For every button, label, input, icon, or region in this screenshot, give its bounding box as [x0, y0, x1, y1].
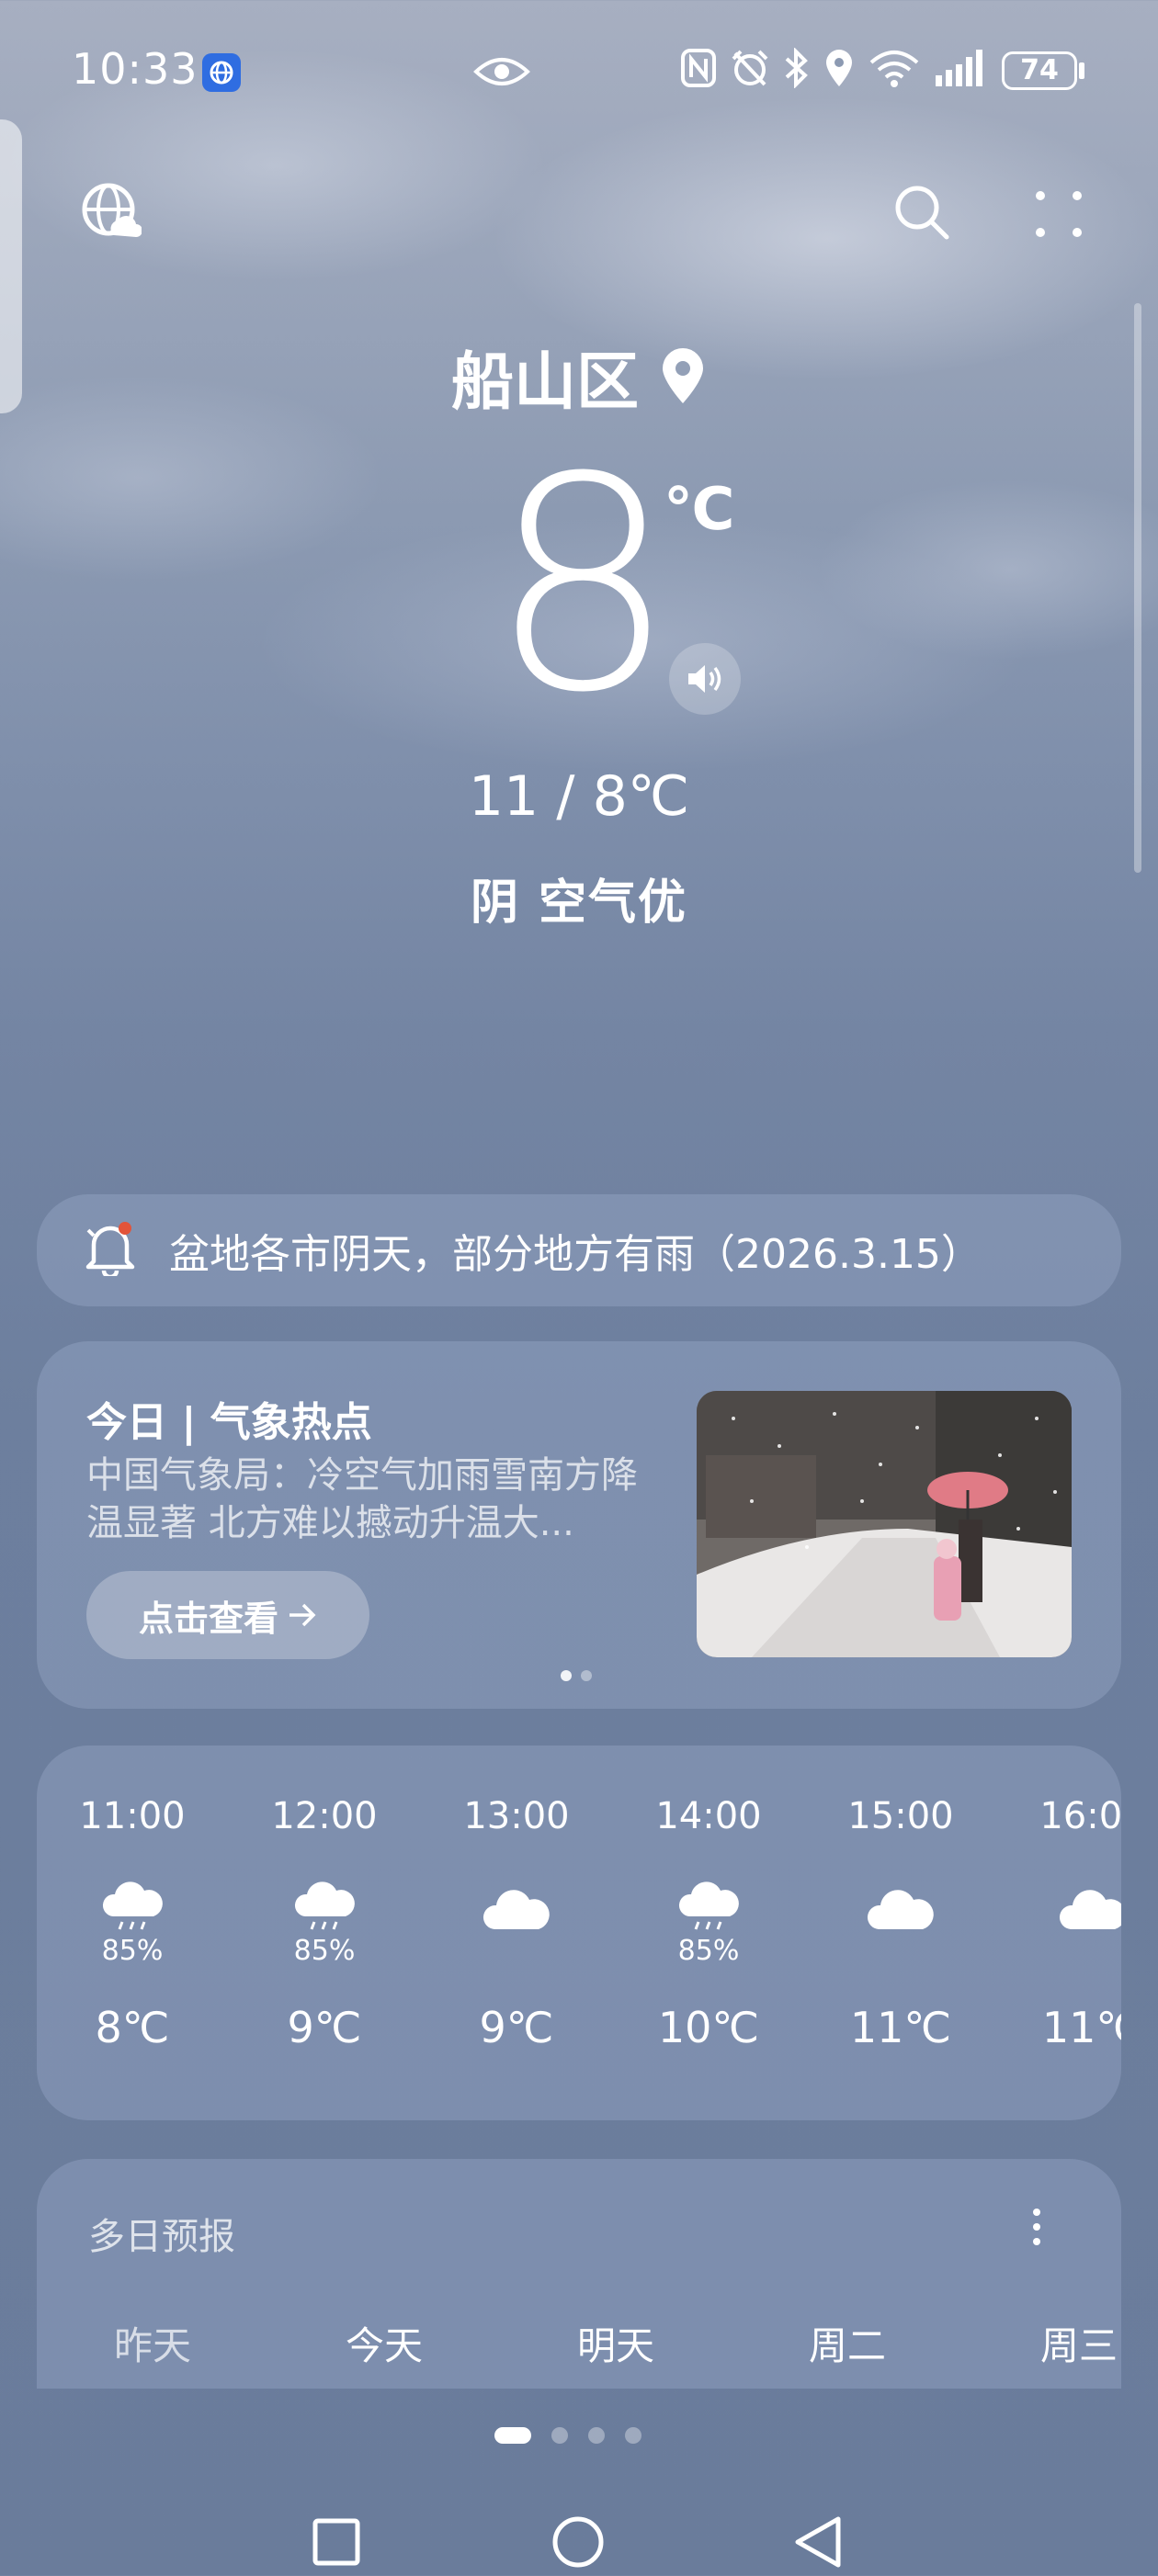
home-button[interactable]	[552, 2516, 604, 2568]
location-name: 船山区	[450, 346, 639, 419]
hour-temperature: 9℃	[287, 2003, 362, 2052]
hour-temperature: 11℃	[849, 2003, 952, 2052]
news-description: 中国气象局：冷空气加雨雪南方降温显著 北方难以撼动升温大...	[86, 1454, 638, 1544]
battery-indicator: 74	[1002, 51, 1077, 90]
forecast-day-wednesday[interactable]: 周三	[987, 2315, 1158, 2371]
hourly-forecast-card[interactable]: 11:00 85% 8℃ 12:00 85% 9℃ 13:00 9℃ 14:00…	[37, 1746, 1121, 2120]
temperature-range: 11 / 8℃	[468, 764, 690, 829]
location-pin-icon	[663, 347, 703, 403]
city-manage-icon[interactable]	[81, 182, 142, 246]
rain-cloud-icon	[50, 1858, 215, 1931]
bluetooth-icon	[785, 48, 808, 88]
page-dot	[551, 2427, 568, 2444]
weather-alert-banner[interactable]: 盆地各市阴天，部分地方有雨（2026.3.15）	[37, 1194, 1121, 1306]
arrow-right-icon	[290, 1603, 316, 1627]
weather-condition: 阴 空气优	[470, 876, 688, 931]
search-icon[interactable]	[893, 184, 950, 244]
news-title: 今日 | 气象热点	[86, 1399, 372, 1446]
precip-probability	[818, 1933, 983, 1970]
precip-probability: 85%	[677, 1935, 740, 1967]
hour-time: 13:00	[463, 1795, 570, 1837]
page-dot-active	[494, 2427, 531, 2444]
hour-item[interactable]: 11:00 85% 8℃	[50, 1795, 215, 2052]
forecast-day-tomorrow[interactable]: 明天	[524, 2315, 708, 2371]
precip-probability	[1010, 1933, 1121, 1970]
forecast-more-icon[interactable]	[1029, 2207, 1044, 2251]
precip-probability: 85%	[101, 1935, 164, 1967]
system-navigation-bar	[0, 2508, 1158, 2576]
location-status-icon	[826, 50, 852, 86]
speaker-button[interactable]	[669, 643, 741, 715]
hour-time: 14:00	[655, 1795, 762, 1837]
carousel-dot	[561, 1670, 572, 1681]
view-details-button[interactable]: 点击查看	[86, 1571, 369, 1659]
speaker-icon	[688, 665, 721, 693]
view-details-label: 点击查看	[138, 1598, 278, 1639]
page-dot	[625, 2427, 641, 2444]
rain-cloud-icon	[626, 1858, 791, 1931]
hour-item[interactable]: 13:00 9℃	[434, 1795, 599, 2052]
rain-cloud-icon	[242, 1858, 407, 1931]
forecast-day-tuesday[interactable]: 周二	[755, 2315, 939, 2371]
news-image[interactable]	[697, 1391, 1072, 1657]
forecast-title: 多日预报	[88, 2216, 235, 2258]
forecast-day-today[interactable]: 今天	[292, 2315, 476, 2371]
back-button[interactable]	[795, 2516, 841, 2568]
alarm-off-icon	[732, 50, 768, 86]
status-time: 10:33	[72, 44, 199, 94]
news-carousel-dots	[561, 1670, 592, 1681]
hour-time: 11:00	[79, 1795, 186, 1837]
cloud-icon	[434, 1858, 599, 1931]
battery-tip	[1079, 62, 1084, 79]
forecast-day-yesterday[interactable]: 昨天	[61, 2315, 244, 2371]
cloud-icon	[1010, 1858, 1121, 1931]
location-header[interactable]: 船山区	[0, 331, 1158, 422]
temperature-unit: ℃	[664, 476, 735, 544]
eye-icon	[473, 55, 530, 92]
status-icons	[680, 48, 985, 88]
wifi-icon	[869, 51, 919, 87]
hour-time: 16:00	[1039, 1795, 1121, 1837]
nfc-icon	[681, 49, 716, 87]
hour-item[interactable]: 12:00 85% 9℃	[242, 1795, 407, 2052]
cloud-icon	[818, 1858, 983, 1931]
alert-text: 盆地各市阴天，部分地方有雨（2026.3.15）	[169, 1231, 982, 1278]
hour-temperature: 9℃	[479, 2003, 554, 2052]
hour-time: 15:00	[847, 1795, 954, 1837]
precip-probability	[434, 1933, 599, 1970]
bell-icon	[85, 1221, 136, 1280]
page-dot	[588, 2427, 605, 2444]
hour-item[interactable]: 16:00 11℃	[1010, 1795, 1121, 2052]
hour-temperature: 8℃	[95, 2003, 170, 2052]
browser-app-icon	[202, 53, 241, 92]
hour-item[interactable]: 14:00 85% 10℃	[626, 1795, 791, 2052]
more-options-icon[interactable]	[1033, 188, 1084, 243]
precip-probability: 85%	[293, 1935, 356, 1967]
cell-signal-icon	[936, 50, 982, 86]
hour-item[interactable]: 15:00 11℃	[818, 1795, 983, 2052]
carousel-dot	[581, 1670, 592, 1681]
hour-temperature: 10℃	[657, 2003, 760, 2052]
recents-button[interactable]	[312, 2518, 360, 2566]
city-page-indicator[interactable]	[494, 2427, 641, 2444]
hour-time: 12:00	[271, 1795, 378, 1837]
current-temperature: 8	[489, 415, 676, 757]
hour-temperature: 11℃	[1041, 2003, 1121, 2052]
